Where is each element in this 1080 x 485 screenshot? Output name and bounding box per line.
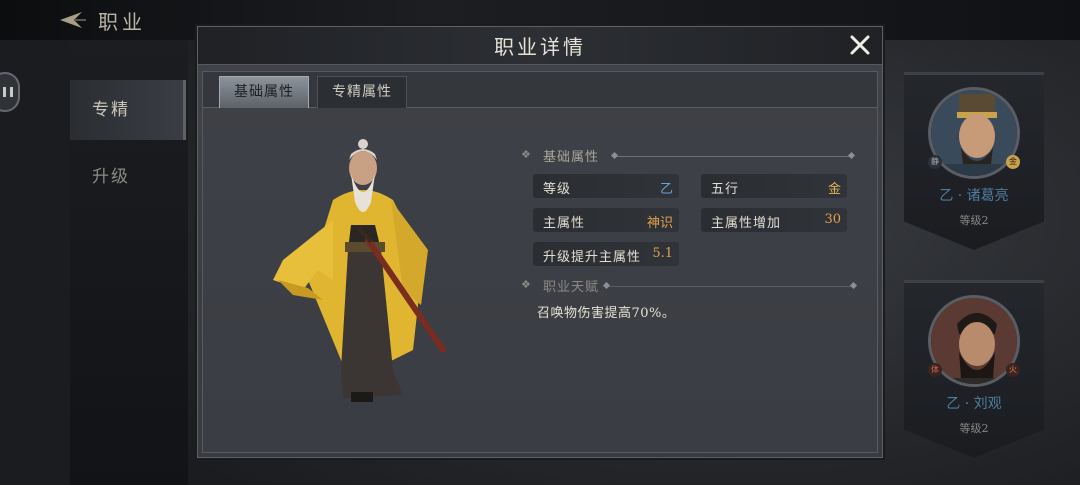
character-level: 等级2 xyxy=(959,422,989,435)
attr-label: 五行 xyxy=(711,182,740,197)
badge-body: 体 xyxy=(928,363,942,377)
diamond-icon: ❖ xyxy=(521,278,532,291)
close-icon[interactable] xyxy=(848,33,872,57)
attr-main-attribute-bonus: 主属性增加 30 xyxy=(701,208,847,232)
divider xyxy=(607,286,853,287)
attr-value: 神识 xyxy=(646,216,673,231)
character-level: 等级2 xyxy=(959,214,989,227)
character-illustration xyxy=(273,139,446,402)
attr-label: 主属性 xyxy=(543,216,586,231)
modal-title: 职业详情 xyxy=(494,35,586,59)
nav-item-upgrade[interactable]: 升级 xyxy=(70,147,186,207)
attr-label: 等级 xyxy=(543,182,572,197)
character-card-zhuge[interactable]: 静 金 乙 · 诸葛亮 等级2 xyxy=(904,72,1044,250)
attr-label: 升级提升主属性 xyxy=(543,250,642,265)
section-heading-text: 职业天赋 xyxy=(543,280,600,295)
section-heading-basic: ❖ 基础属性 xyxy=(521,146,600,165)
attr-upgrade-main-attribute: 升级提升主属性 5.1 xyxy=(533,242,679,266)
nav-item-specialization[interactable]: 专精 xyxy=(70,80,186,140)
chat-toggle-button[interactable] xyxy=(0,72,20,112)
character-card-liu[interactable]: 体 火 乙 · 刘观 等级2 xyxy=(904,280,1044,458)
attr-element: 五行 金 xyxy=(701,174,847,198)
attr-level: 等级 乙 xyxy=(533,174,679,198)
content-frame: 基础属性 专精属性 ❖ 基础属性 等级 乙 五行 金 主属性 神识 主属性增加 … xyxy=(202,71,878,453)
badge-fire: 火 xyxy=(1006,363,1020,377)
tab-basic-attributes[interactable]: 基础属性 xyxy=(219,76,309,108)
talent-description: 召唤物伤害提高70%。 xyxy=(537,306,676,321)
back-arrow-icon[interactable] xyxy=(52,8,86,32)
modal-header: 职业详情 xyxy=(198,27,882,65)
character-name: 乙 · 诸葛亮 xyxy=(939,188,1009,204)
profession-detail-modal: 职业详情 基础属性 专精属性 ❖ 基础属性 等级 乙 五行 金 主属性 神识 主… xyxy=(197,26,883,458)
pause-bars-icon xyxy=(3,87,13,97)
page-title: 职业 xyxy=(98,10,146,34)
tab-strip: 基础属性 专精属性 xyxy=(203,72,877,108)
badge-metal: 金 xyxy=(1006,155,1020,169)
attr-value: 5.1 xyxy=(652,246,673,261)
section-heading-talent: ❖ 职业天赋 xyxy=(521,276,600,295)
section-heading-text: 基础属性 xyxy=(543,150,600,165)
divider xyxy=(615,156,851,157)
attr-label: 主属性增加 xyxy=(711,216,782,231)
attr-value: 金 xyxy=(827,182,841,197)
attr-value: 乙 xyxy=(659,182,673,197)
diamond-icon: ❖ xyxy=(521,148,532,161)
attr-value: 30 xyxy=(824,212,841,227)
character-name: 乙 · 刘观 xyxy=(946,396,1002,412)
badge-quiet: 静 xyxy=(928,155,942,169)
tab-specialization-attributes[interactable]: 专精属性 xyxy=(317,76,407,108)
attr-main-attribute: 主属性 神识 xyxy=(533,208,679,232)
